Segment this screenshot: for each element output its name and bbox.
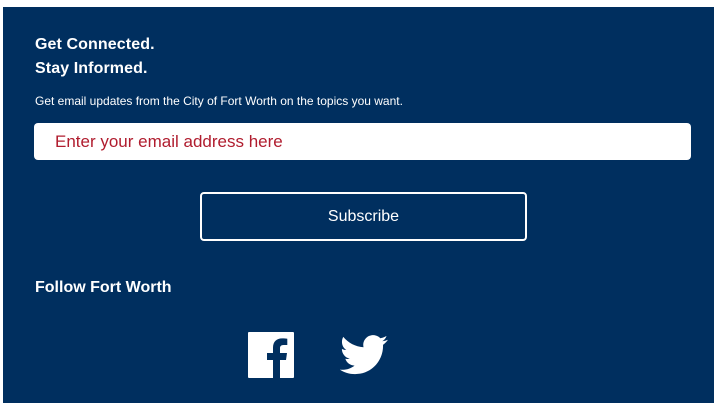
signup-heading-line-1: Get Connected. — [35, 36, 155, 53]
facebook-link[interactable] — [248, 332, 294, 378]
subscribe-button[interactable]: Subscribe — [200, 192, 527, 241]
follow-heading: Follow Fort Worth — [35, 279, 172, 296]
twitter-icon — [340, 335, 388, 375]
facebook-icon — [248, 332, 294, 378]
email-signup-panel: Get Connected. Stay Informed. Get email … — [3, 7, 714, 403]
signup-description: Get email updates from the City of Fort … — [35, 94, 403, 108]
signup-heading-line-2: Stay Informed. — [35, 60, 148, 77]
email-input[interactable] — [34, 123, 691, 160]
twitter-link[interactable] — [340, 334, 388, 376]
